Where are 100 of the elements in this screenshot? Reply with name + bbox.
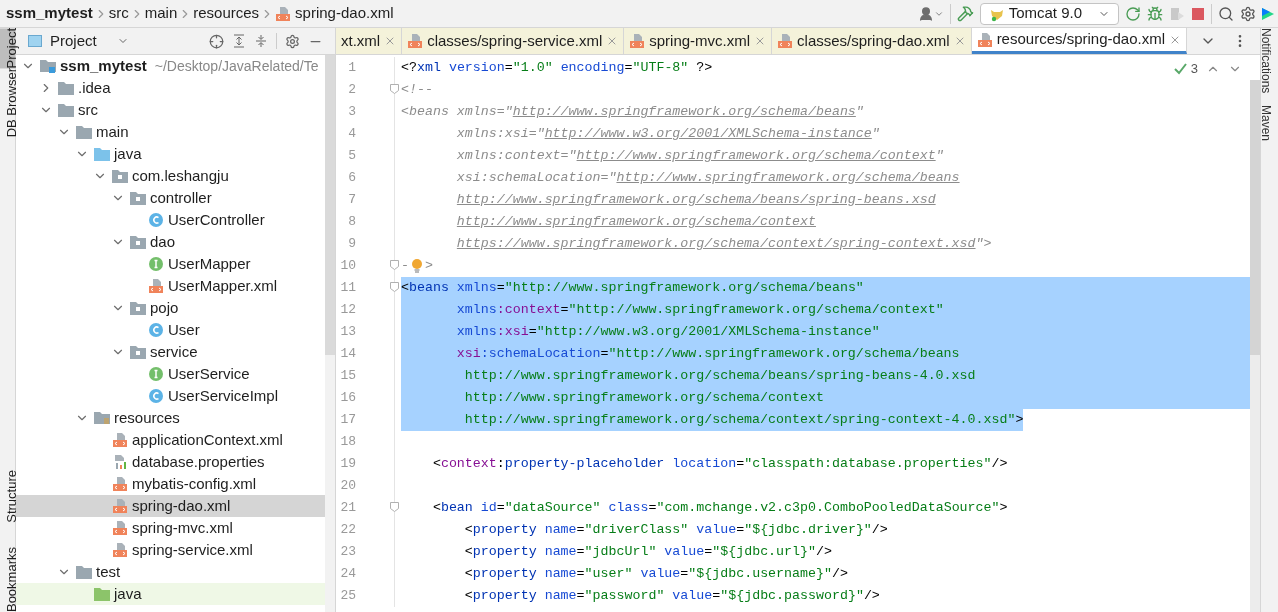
tool-window-tab[interactable]: Maven [1261,105,1278,142]
code-line: <?xml version="1.0" encoding="UTF-8" ?> [401,59,713,78]
locate-icon[interactable] [209,33,224,49]
tool-window-tab[interactable]: DB Browser [0,68,15,138]
scrollbar[interactable] [325,55,335,612]
tree-item[interactable]: database.properties [16,451,325,473]
tree-item[interactable]: mybatis-config.xml [16,473,325,495]
line-number: 20 [340,477,356,496]
class-icon [148,322,164,338]
interface-icon [148,366,164,382]
expand-all-icon[interactable] [232,34,246,48]
tree-item[interactable]: test [16,561,325,583]
breadcrumb-item[interactable]: src [108,2,129,25]
tool-window-tab[interactable]: Notifications [1261,28,1278,94]
package-icon [112,169,128,183]
code-line: <property name="user" value="${jdbc.username}"/> [463,565,848,584]
tree-item[interactable]: User [16,319,325,341]
line-number: 13 [340,323,356,342]
editor-tab[interactable]: classes/spring-dao.xml [772,28,972,54]
tab-label[interactable]: xt.xml [341,29,381,53]
tree-item[interactable]: spring-service.xml [16,539,325,561]
code-line: <property name="password" value="${jdbc.password}"/> [463,587,880,606]
tree-item[interactable]: UserMapper.xml [16,275,325,297]
logo-icon [1262,5,1274,22]
fold-marker-icon[interactable] [390,502,399,512]
tree-item[interactable]: java [16,143,325,165]
line-number: 9 [348,235,356,254]
settings-icon[interactable] [285,33,300,49]
xml-file-icon [629,33,646,49]
rerun-icon[interactable] [1125,5,1141,22]
tree-item[interactable]: applicationContext.xml [16,429,325,451]
fold-marker-icon[interactable] [390,260,399,270]
fold-marker-icon[interactable] [390,282,399,292]
tab-label[interactable]: resources/spring-dao.xml [996,28,1166,51]
tree-item[interactable]: spring-dao.xml [16,495,325,517]
editor-tab[interactable]: xt.xml [336,28,403,54]
user-menu[interactable] [917,5,944,22]
breadcrumb-item[interactable]: ssm_mytest [6,2,93,25]
stop-icon[interactable] [1191,6,1205,21]
line-number: 16 [340,389,356,408]
package-icon [130,301,146,315]
line-number: 2 [348,81,356,100]
breadcrumb-item[interactable]: spring-dao.xml [295,2,394,25]
tree-item[interactable]: src [16,99,325,121]
tree-item[interactable]: ssm_mytest ~/Desktop/JavaRelated/Te [16,55,325,77]
breadcrumb-item[interactable]: main [144,2,178,25]
checkmark-icon [1173,62,1187,75]
tree-item[interactable]: service [16,341,325,363]
xml-file-icon [976,31,993,48]
tree-item[interactable]: main [16,121,325,143]
tree-item[interactable]: UserMapper [16,253,325,275]
fold-marker-icon[interactable] [390,84,399,94]
bug-icon[interactable] [1147,5,1163,22]
code-line: https://www.springframework.org/schema/context/spring-context.xsd"> [455,235,992,254]
tree-item[interactable]: controller [16,187,325,209]
scrollbar[interactable] [1250,80,1260,612]
line-number: 15 [340,367,356,386]
line-number: 8 [348,213,356,232]
tree-item[interactable]: UserService [16,363,325,385]
tree-item[interactable]: .idea [16,77,325,99]
line-number: 1 [348,59,356,78]
editor-tab[interactable]: spring-mvc.xml [624,28,773,54]
run-config-dropdown[interactable]: Tomcat 9.0 [979,2,1119,25]
tree-item[interactable]: UserServiceImpl [16,385,325,407]
tree-item[interactable]: spring-mvc.xml [16,517,325,539]
package-icon [130,345,146,359]
class-icon [148,388,164,404]
tab-label[interactable]: spring-mvc.xml [649,29,751,53]
xml-file-icon [407,33,424,49]
tab-label[interactable]: classes/spring-service.xml [427,29,603,53]
code-line: <!-- [401,81,433,100]
line-number: 3 [348,103,356,122]
folder-icon [76,125,92,139]
inspection-widget[interactable]: 3 [1173,59,1198,79]
code-line: xmlns:context="http://www.springframework.org/schema/context" [455,147,944,166]
person-icon [917,5,934,22]
editor-tab[interactable]: classes/spring-service.xml [402,28,625,54]
editor-tab[interactable]: resources/spring-dao.xml [971,28,1188,54]
line-number: 17 [340,411,356,430]
line-number: 6 [348,169,356,188]
tree-item[interactable]: UserController [16,209,325,231]
tab-label[interactable]: classes/spring-dao.xml [797,29,950,53]
tool-window-tab[interactable]: Bookmarks [0,546,15,612]
tree-item[interactable]: dao [16,231,325,253]
tree-item[interactable]: java [16,583,325,605]
breadcrumb-item[interactable]: resources [193,2,260,25]
settings-icon[interactable] [1240,5,1256,22]
hammer-icon[interactable] [956,5,974,22]
line-number: 10 [340,257,356,276]
code-line: <beans xmlns="http://www.springframework.org/schema/beans" [401,103,864,122]
line-number: 24 [340,565,356,584]
folder-icon [76,565,92,579]
tree-item[interactable]: resources [16,407,325,429]
tool-window-tab[interactable]: Structure [0,470,15,523]
tree-item[interactable]: com.leshangju [16,165,325,187]
tree-item[interactable]: pojo [16,297,325,319]
code-line: - > [401,257,433,276]
window-icon [28,35,42,47]
xml-file-icon [275,5,292,22]
search-icon[interactable] [1218,5,1234,22]
